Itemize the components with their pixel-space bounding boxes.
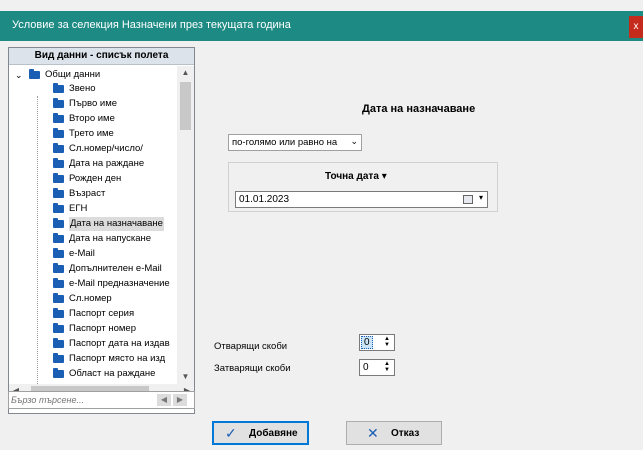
chevron-down-icon[interactable]: ⌄ <box>350 136 358 147</box>
date-value-group: Точна дата ▾ 01.01.2023 ▾ <box>228 162 498 212</box>
quick-search-input[interactable] <box>11 393 151 407</box>
tree-item-label: Паспорт номер <box>69 323 136 334</box>
field-tree-panel: Вид данни - списък полета ⌄ Общи данни З… <box>8 47 195 414</box>
close-brackets-value[interactable]: 0 <box>363 362 369 373</box>
collapse-chevron-icon[interactable]: ⌄ <box>15 68 23 82</box>
tree-item-label: Сл.номер/число/ <box>69 143 143 154</box>
folder-icon <box>53 113 64 123</box>
window-title: Условие за селекция Назначени през текущ… <box>12 19 291 31</box>
date-value: 01.01.2023 <box>239 194 290 205</box>
cancel-button[interactable]: ✕ Отказ <box>346 421 442 445</box>
tree-item-label: ЕГН <box>69 203 88 214</box>
scroll-down-icon[interactable]: ▼ <box>177 370 194 384</box>
tree-item-label: Паспорт място на изд <box>69 353 166 364</box>
tree-header: Вид данни - списък полета <box>9 48 194 65</box>
folder-icon <box>53 293 64 303</box>
add-button[interactable]: ✓ Добавяне <box>212 421 309 445</box>
field-title: Дата на назначаване <box>362 103 476 115</box>
quick-search-box: ◀ ▶ <box>8 391 195 409</box>
close-brackets-label: Затварящи скоби <box>214 363 291 374</box>
folder-icon <box>53 308 64 318</box>
close-brackets-spinner[interactable]: 0 ▲ ▼ <box>359 359 395 376</box>
date-dropdown-icon[interactable]: ▾ <box>479 193 483 202</box>
scroll-up-icon[interactable]: ▲ <box>177 66 194 80</box>
tree-item-label: Сл.номер <box>69 293 112 304</box>
tree-item-label: Звено <box>69 83 96 94</box>
tree-item-label: Паспорт серия <box>69 308 135 319</box>
folder-icon <box>53 353 64 363</box>
folder-icon <box>53 368 64 378</box>
open-brackets-spinner[interactable]: 0 ▲ ▼ <box>359 334 395 351</box>
value-type-label: Точна дата <box>325 171 379 182</box>
folder-icon <box>53 158 64 168</box>
tree-item-label: Първо име <box>69 98 118 109</box>
folder-icon <box>53 248 64 258</box>
tree-root-label: Общи данни <box>45 69 101 80</box>
value-type-dropdown[interactable]: Точна дата ▾ <box>325 171 387 182</box>
add-button-label: Добавяне <box>249 428 298 439</box>
folder-icon <box>53 218 64 228</box>
dialog-window: Условие за селекция Назначени през текущ… <box>0 0 643 450</box>
dialog-client: Вид данни - списък полета ⌄ Общи данни З… <box>0 41 643 450</box>
folder-icon <box>53 128 64 138</box>
search-next-icon[interactable]: ▶ <box>173 394 187 406</box>
title-bar[interactable]: Условие за селекция Назначени през текущ… <box>0 11 643 41</box>
scroll-thumb[interactable] <box>180 82 191 130</box>
folder-icon <box>53 323 64 333</box>
tree-item-label: Допълнителен e-Mail <box>69 263 162 274</box>
calendar-icon[interactable] <box>463 195 473 204</box>
tree-item-label: e-Mail <box>69 248 95 259</box>
folder-icon <box>53 203 64 213</box>
folder-icon <box>53 188 64 198</box>
folder-icon <box>53 98 64 108</box>
tree-item-label: Дата на раждане <box>69 158 145 169</box>
folder-icon <box>53 143 64 153</box>
operator-value: по-голямо или равно на <box>232 137 338 148</box>
tree-item-label: Дата на напускане <box>69 233 152 244</box>
tree-item-label: Второ име <box>69 113 115 124</box>
folder-icon <box>53 338 64 348</box>
tree-connector-lines <box>37 96 38 384</box>
caret-down-icon: ▾ <box>381 171 387 182</box>
field-tree[interactable]: ⌄ Общи данни Звено Първо име Второ име Трет… <box>9 66 177 384</box>
tree-item-label: Рожден ден <box>69 173 122 184</box>
spinner-arrows-icon[interactable]: ▲ ▼ <box>381 336 393 349</box>
open-brackets-label: Отварящи скоби <box>214 341 288 352</box>
tree-item-label: Област на раждане <box>69 368 156 379</box>
operator-select[interactable]: по-голямо или равно на ⌄ <box>228 134 362 151</box>
folder-icon <box>29 69 40 79</box>
folder-icon <box>53 278 64 288</box>
tree-vertical-scrollbar[interactable]: ▲ ▼ <box>177 66 194 384</box>
tree-item-label: Паспорт дата на издав <box>69 338 170 349</box>
open-brackets-value[interactable]: 0 <box>361 336 373 349</box>
tree-item-label: Възраст <box>69 188 106 199</box>
date-picker[interactable]: 01.01.2023 ▾ <box>235 191 488 208</box>
close-x-icon: ✕ <box>367 425 379 441</box>
checkmark-icon: ✓ <box>225 425 237 441</box>
tree-item-label: Дата на назначаване <box>69 217 164 231</box>
close-button[interactable]: x <box>629 16 643 38</box>
search-prev-icon[interactable]: ◀ <box>157 394 171 406</box>
cancel-button-label: Отказ <box>391 428 420 439</box>
tree-item-label: Трето име <box>69 128 114 139</box>
folder-icon <box>53 263 64 273</box>
spinner-arrows-icon[interactable]: ▲ ▼ <box>381 361 393 374</box>
folder-icon <box>53 83 64 93</box>
tree-item-label: e-Mail предназначение <box>69 278 170 289</box>
folder-icon <box>53 233 64 243</box>
folder-icon <box>53 173 64 183</box>
